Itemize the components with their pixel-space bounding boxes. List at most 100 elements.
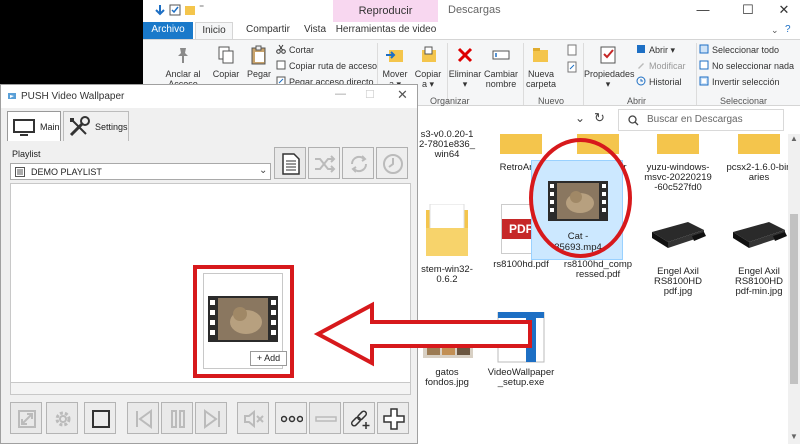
pause-button[interactable] xyxy=(161,402,193,434)
search-input[interactable]: Buscar en Descargas xyxy=(618,109,784,131)
refresh-icon[interactable]: ↻ xyxy=(594,110,605,126)
pause-icon xyxy=(171,410,185,428)
file-item[interactable]: VideoWallpaper _setup.exe xyxy=(480,312,562,388)
file-name: s3-v0.0.20-1 2-7801e836_ win64 xyxy=(419,129,475,160)
file-item[interactable]: gatos fondos.jpg xyxy=(406,324,488,388)
playlist-icon xyxy=(15,167,25,177)
file-item[interactable]: Engel Axil RS8100HD pdf.jpg xyxy=(637,218,719,297)
fullscreen-button[interactable] xyxy=(10,402,42,434)
address-dropdown-icon[interactable]: ⌄ xyxy=(575,111,585,125)
image-thumbnail-icon xyxy=(423,324,473,358)
search-placeholder: Buscar en Descargas xyxy=(647,114,743,125)
delete-button[interactable]: Eliminar ▾ xyxy=(448,45,482,89)
new-item-icon[interactable] xyxy=(566,44,578,56)
pin-icon xyxy=(178,48,188,63)
folder-icon xyxy=(426,203,468,256)
tab-vista[interactable]: Vista xyxy=(298,22,332,39)
window-title: Descargas xyxy=(448,4,501,16)
add-url-button[interactable] xyxy=(343,402,375,434)
new-folder-icon[interactable] xyxy=(184,4,196,16)
push-video-wallpaper-window: PUSH Video Wallpaper — ☐ ✕ Main Settings… xyxy=(0,84,418,444)
playlist-file-button[interactable] xyxy=(274,147,306,179)
scroll-thumb[interactable] xyxy=(790,214,798,384)
copy-folder-icon xyxy=(422,46,436,62)
shuffle-button[interactable] xyxy=(308,147,340,179)
tab-settings[interactable]: Settings xyxy=(63,111,129,141)
remove-button[interactable] xyxy=(309,402,341,434)
repeat-button[interactable] xyxy=(342,147,374,179)
tab-archivo[interactable]: Archivo xyxy=(143,22,193,39)
paste-button[interactable]: Pegar xyxy=(245,45,273,79)
edit-icon xyxy=(638,63,644,69)
push-title-bar: PUSH Video Wallpaper — ☐ ✕ xyxy=(1,85,417,108)
invert-selection-button[interactable]: Invertir selección xyxy=(699,76,780,89)
settings-button[interactable] xyxy=(46,402,78,434)
new-folder-button[interactable]: Nueva carpeta xyxy=(524,45,558,89)
help-icon[interactable]: ? xyxy=(785,24,791,35)
scroll-up-icon[interactable]: ▲ xyxy=(790,134,798,143)
cut-button[interactable]: Cortar xyxy=(276,44,314,57)
push-close-button[interactable]: ✕ xyxy=(397,87,408,103)
expand-icon xyxy=(18,410,36,428)
tab-inicio[interactable]: Inicio xyxy=(195,22,233,39)
arrow-down-icon[interactable] xyxy=(154,4,166,16)
vertical-scrollbar[interactable]: ▲ ▼ xyxy=(788,134,800,444)
folder-icon xyxy=(500,134,542,154)
rename-button[interactable]: Cambiar nombre xyxy=(482,45,520,89)
scroll-down-icon[interactable]: ▼ xyxy=(790,432,798,441)
mute-button[interactable] xyxy=(237,402,269,434)
more-options-button[interactable] xyxy=(275,402,307,434)
previous-button[interactable] xyxy=(127,402,159,434)
select-all-button[interactable]: Seleccionar todo xyxy=(699,44,779,57)
move-folder-icon xyxy=(386,50,403,62)
properties-button[interactable]: Propiedades ▾ xyxy=(584,45,635,89)
skip-previous-icon xyxy=(136,409,152,429)
copy-icon xyxy=(218,46,234,64)
modify-button[interactable]: Modificar xyxy=(636,60,686,73)
file-name: gatos fondos.jpg xyxy=(425,367,469,388)
tab-main[interactable]: Main xyxy=(7,111,61,141)
next-button[interactable] xyxy=(195,402,227,434)
move-to-button[interactable]: Mover a ▾ xyxy=(379,45,411,89)
select-none-button[interactable]: No seleccionar nada xyxy=(699,60,794,73)
tab-herramientas-video[interactable]: Herramientas de video xyxy=(335,22,437,39)
quick-access-dropdown-icon[interactable]: ⁼ xyxy=(199,3,204,14)
file-item[interactable]: stem-win32- 0.6.2 xyxy=(406,203,488,285)
copy-path-button[interactable]: Copiar ruta de acceso xyxy=(276,60,377,73)
copy-button[interactable]: Copiar xyxy=(211,45,241,79)
stop-button[interactable] xyxy=(84,402,116,434)
copy-to-button[interactable]: Copiar a ▾ xyxy=(412,45,444,89)
playlist-select[interactable]: DEMO PLAYLIST ⌄ xyxy=(10,163,271,180)
file-name: VideoWallpaper _setup.exe xyxy=(487,367,555,388)
file-item[interactable]: s3-v0.0.20-1 2-7801e836_ win64 xyxy=(406,130,488,160)
close-button[interactable]: ✕ xyxy=(769,2,799,20)
new-folder-icon xyxy=(533,48,548,62)
file-item[interactable]: yuzu-windows- msvc-20220219 -60c527fd0 xyxy=(637,134,719,193)
maximize-button[interactable]: ☐ xyxy=(733,2,763,20)
context-tab-reproducir: Reproducir xyxy=(333,0,438,22)
easy-access-icon[interactable] xyxy=(566,61,578,73)
tab-compartir[interactable]: Compartir xyxy=(238,22,298,39)
push-maximize-button[interactable]: ☐ xyxy=(365,88,375,101)
speaker-muted-icon xyxy=(244,409,264,429)
add-button[interactable]: + Add xyxy=(250,351,287,366)
file-name: Engel Axil RS8100HD pdf.jpg xyxy=(653,266,703,297)
minimize-button[interactable]: — xyxy=(688,2,718,20)
folder-icon xyxy=(738,134,780,154)
ribbon-expand-icon[interactable]: ⌄ xyxy=(771,25,779,36)
tools-icon xyxy=(69,116,90,137)
timer-button[interactable] xyxy=(376,147,408,179)
link-add-icon xyxy=(350,410,370,429)
push-minimize-button[interactable]: — xyxy=(335,88,346,100)
repeat-icon xyxy=(350,155,368,173)
clock-icon xyxy=(383,154,403,174)
minus-icon xyxy=(315,416,337,422)
paste-icon xyxy=(251,45,266,65)
select-none-icon xyxy=(699,60,709,70)
playlist-label: Playlist xyxy=(12,149,41,159)
horizontal-scrollbar[interactable] xyxy=(10,383,411,395)
history-button[interactable]: Historial xyxy=(636,76,682,89)
open-button[interactable]: Abrir ▾ xyxy=(636,44,675,57)
properties-check-icon[interactable] xyxy=(169,4,181,16)
add-file-button[interactable] xyxy=(377,402,409,434)
